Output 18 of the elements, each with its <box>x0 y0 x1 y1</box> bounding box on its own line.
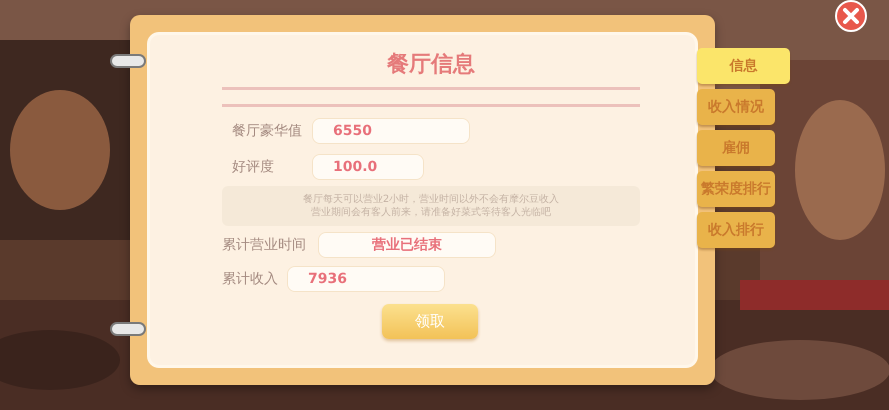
binder-ring-icon <box>110 322 146 336</box>
side-tab[interactable]: 雇佣 <box>697 130 775 166</box>
field-label: 累计营业时间 <box>222 236 307 254</box>
field-label: 好评度 <box>232 158 275 176</box>
panel-title: 餐厅信息 <box>222 49 640 90</box>
side-tab[interactable]: 信息 <box>697 48 790 84</box>
value-field: 100.0 <box>312 154 424 180</box>
value-field: 6550 <box>312 118 470 144</box>
value-field: 7936 <box>287 266 445 292</box>
field-label: 累计收入 <box>222 270 279 288</box>
close-icon[interactable] <box>834 0 868 32</box>
binder-ring-icon <box>110 54 146 68</box>
field-label: 餐厅豪华值 <box>232 122 303 140</box>
claim-button[interactable]: 领取 <box>382 304 478 339</box>
side-tab[interactable]: 收入排行 <box>697 212 775 248</box>
side-tab[interactable]: 收入情况 <box>697 89 775 125</box>
value-field: 营业已结束 <box>318 232 496 258</box>
side-tab[interactable]: 繁荣度排行 <box>697 171 775 207</box>
